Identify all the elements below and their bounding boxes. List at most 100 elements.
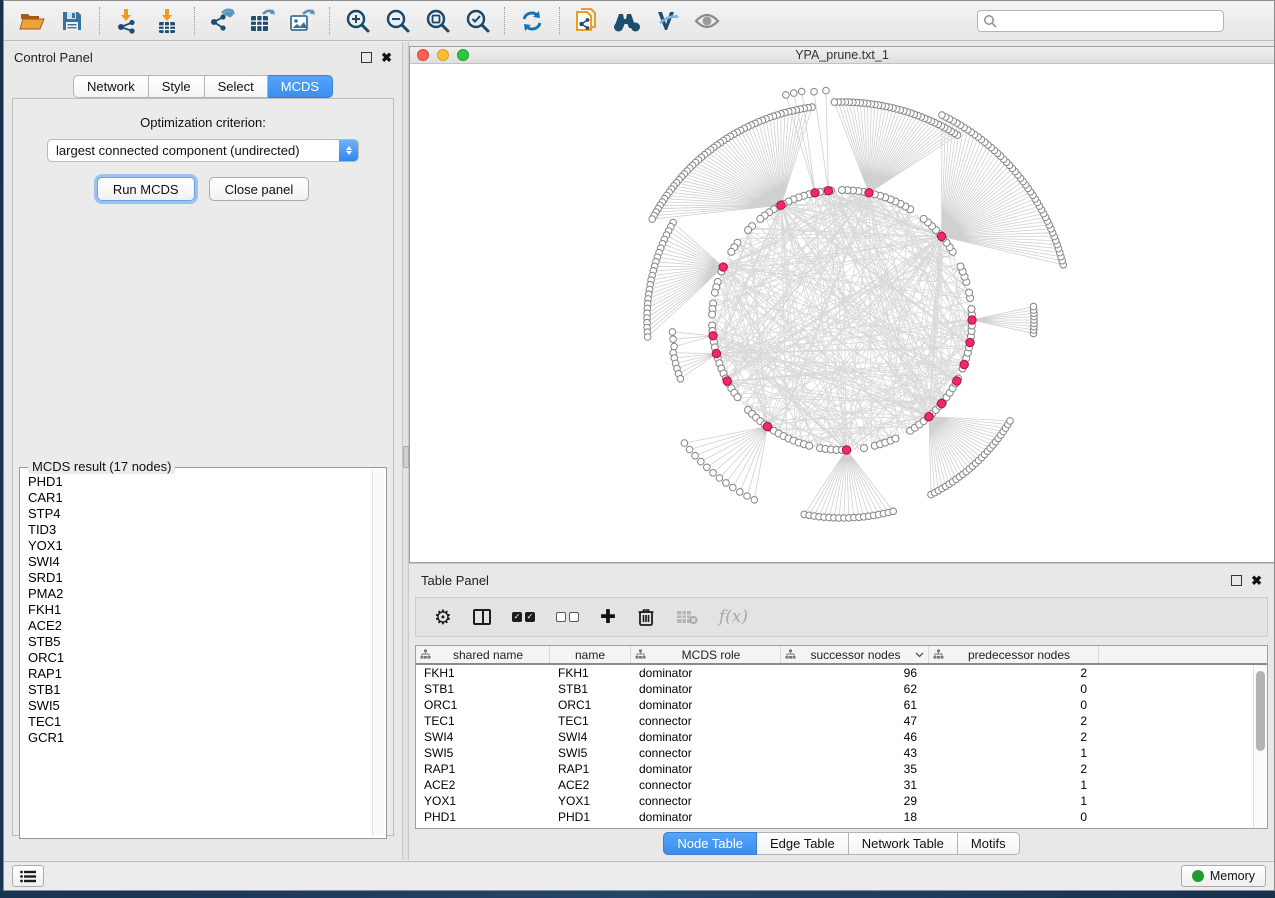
search-binoculars-button[interactable] <box>607 5 647 37</box>
mcds-result-item[interactable]: SWI5 <box>28 698 365 714</box>
mcds-result-item[interactable]: STB1 <box>28 682 365 698</box>
tab-network-table[interactable]: Network Table <box>849 832 958 855</box>
table-cell: 31 <box>781 778 929 792</box>
float-panel-icon[interactable] <box>361 52 372 63</box>
mcds-result-item[interactable]: ORC1 <box>28 650 365 666</box>
export-network-button[interactable] <box>202 5 242 37</box>
table-cell: dominator <box>631 666 781 680</box>
panel-splitter[interactable] <box>402 42 409 860</box>
zoom-in-icon <box>345 8 370 33</box>
table-body: FKH1FKH1dominator962STB1STB1dominator620… <box>416 665 1253 828</box>
import-network-button[interactable] <box>107 5 147 37</box>
mcds-result-item[interactable]: PMA2 <box>28 586 365 602</box>
select-all-button[interactable]: ✓✓ <box>512 612 535 622</box>
network-graph[interactable] <box>410 64 1274 561</box>
zoom-in-button[interactable] <box>337 5 377 37</box>
close-table-panel-icon[interactable]: ✖ <box>1251 575 1262 586</box>
function-builder-button-disabled: f(x) <box>719 607 748 627</box>
tab-select[interactable]: Select <box>205 75 268 98</box>
column-header-successor-nodes[interactable]: successor nodes <box>781 646 929 663</box>
gear-icon: ⚙ <box>434 607 452 627</box>
open-session-button[interactable] <box>12 5 52 37</box>
table-row[interactable]: ACE2ACE2connector311 <box>416 777 1253 793</box>
table-row[interactable]: RAP1RAP1dominator352 <box>416 761 1253 777</box>
delete-column-button[interactable] <box>637 607 655 627</box>
mcds-result-item[interactable]: SRD1 <box>28 570 365 586</box>
close-panel-icon[interactable]: ✖ <box>381 52 392 63</box>
column-header-name[interactable]: name <box>550 646 631 663</box>
import-table-button[interactable] <box>147 5 187 37</box>
tab-node-table[interactable]: Node Table <box>663 832 757 855</box>
export-image-button[interactable] <box>282 5 322 37</box>
table-row[interactable]: SWI4SWI4dominator462 <box>416 729 1253 745</box>
binoculars-icon <box>612 10 642 32</box>
vizmapper-button[interactable] <box>647 5 687 37</box>
tab-style[interactable]: Style <box>149 75 205 98</box>
tab-edge-table[interactable]: Edge Table <box>757 832 849 855</box>
attribute-type-icon <box>933 649 944 660</box>
table-scrollbar-thumb[interactable] <box>1256 671 1265 751</box>
table-row[interactable]: TEC1TEC1connector472 <box>416 713 1253 729</box>
mcds-result-item[interactable]: FKH1 <box>28 602 365 618</box>
mcds-result-item[interactable]: SWI4 <box>28 554 365 570</box>
show-hide-button[interactable] <box>687 5 727 37</box>
memory-button[interactable]: Memory <box>1181 865 1266 887</box>
mcds-result-item[interactable]: STP4 <box>28 506 365 522</box>
table-row[interactable]: PHD1PHD1dominator180 <box>416 809 1253 825</box>
mcds-result-item[interactable]: RAP1 <box>28 666 365 682</box>
mcds-result-item[interactable]: PHD1 <box>28 474 365 490</box>
columns-icon <box>473 609 491 625</box>
zoom-out-button[interactable] <box>377 5 417 37</box>
mcds-result-item[interactable]: GCR1 <box>28 730 365 746</box>
table-row[interactable]: STB1STB1dominator620 <box>416 681 1253 697</box>
tab-network[interactable]: Network <box>73 75 149 98</box>
mcds-result-group: MCDS result (17 nodes) PHD1CAR1STP4TID3Y… <box>19 467 387 839</box>
table-scrollbar[interactable] <box>1253 665 1267 828</box>
table-row[interactable]: ORC1ORC1dominator610 <box>416 697 1253 713</box>
new-network-from-selection-button[interactable] <box>567 5 607 37</box>
table-row[interactable]: YOX1YOX1connector291 <box>416 793 1253 809</box>
table-cell: 0 <box>929 682 1099 696</box>
splitter-grip[interactable] <box>403 446 409 468</box>
add-column-button[interactable]: ✚ <box>600 608 616 627</box>
save-session-button[interactable] <box>52 5 92 37</box>
toolbar-separator <box>504 7 505 35</box>
criterion-select[interactable]: largest connected component (undirected) <box>47 139 359 162</box>
table-row[interactable]: SWI5SWI5connector431 <box>416 745 1253 761</box>
tab-mcds[interactable]: MCDS <box>268 75 333 98</box>
table-cell: connector <box>631 778 781 792</box>
deselect-all-button[interactable] <box>556 612 579 622</box>
zoom-selected-button[interactable] <box>457 5 497 37</box>
show-columns-button[interactable] <box>473 609 491 625</box>
column-header-predecessor-nodes[interactable]: predecessor nodes <box>929 646 1099 663</box>
refresh-button[interactable] <box>512 5 552 37</box>
mcds-result-item[interactable]: TID3 <box>28 522 365 538</box>
float-table-panel-icon[interactable] <box>1231 575 1242 586</box>
mcds-result-item[interactable]: CAR1 <box>28 490 365 506</box>
table-cell: ORC1 <box>416 698 550 712</box>
mcds-result-item[interactable]: ACE2 <box>28 618 365 634</box>
table-cell: 29 <box>781 794 929 808</box>
mcds-result-item[interactable]: STB5 <box>28 634 365 650</box>
search-icon <box>983 14 997 28</box>
network-canvas[interactable] <box>410 64 1274 562</box>
task-history-button[interactable] <box>12 865 44 887</box>
run-mcds-button[interactable]: Run MCDS <box>97 177 195 201</box>
search-input[interactable] <box>977 10 1224 32</box>
column-header-shared-name[interactable]: shared name <box>416 646 550 663</box>
export-table-button[interactable] <box>242 5 282 37</box>
table-cell: TEC1 <box>550 714 631 728</box>
table-options-gear-button[interactable]: ⚙ <box>434 607 452 627</box>
mcds-list-scrollbar[interactable] <box>372 470 384 836</box>
zoom-out-icon <box>385 8 410 33</box>
column-header-MCDS-role[interactable]: MCDS role <box>631 646 781 663</box>
mcds-result-item[interactable]: YOX1 <box>28 538 365 554</box>
mcds-result-item[interactable]: TEC1 <box>28 714 365 730</box>
table-cell: YOX1 <box>416 794 550 808</box>
table-cell: 35 <box>781 762 929 776</box>
tab-motifs[interactable]: Motifs <box>958 832 1020 855</box>
table-row[interactable]: FKH1FKH1dominator962 <box>416 665 1253 681</box>
zoom-fit-button[interactable] <box>417 5 457 37</box>
table-cell: 2 <box>929 730 1099 744</box>
close-panel-button[interactable]: Close panel <box>209 177 310 201</box>
